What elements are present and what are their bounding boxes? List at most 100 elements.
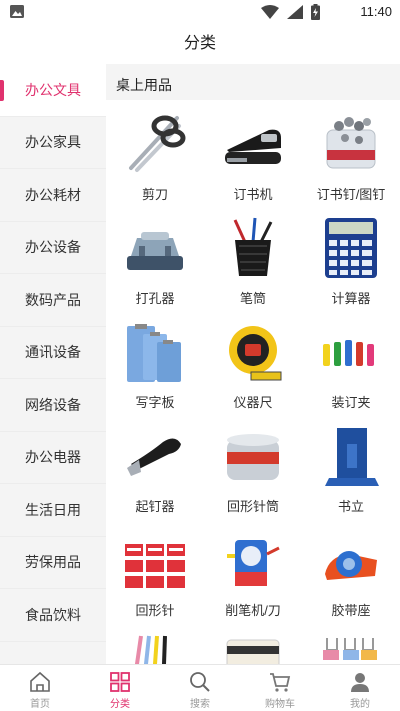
product-item-stapler[interactable]: 订书机 (204, 112, 302, 216)
image-notification-icon (10, 5, 24, 18)
product-item-paperclip-tub[interactable]: 回形针筒 (204, 424, 302, 528)
clipboard-icon (127, 324, 181, 382)
sidebar-item-label: 食品饮料 (25, 606, 81, 623)
sidebar-item-label: 数码产品 (25, 291, 81, 308)
category-sidebar: 办公文具 办公家具 办公耗材 办公设备 数码产品 通讯设备 网络设备 办公电器 … (0, 64, 106, 664)
product-label: 书立 (337, 499, 364, 514)
sidebar-item-label: 办公家具 (25, 134, 81, 151)
tab-search[interactable]: 搜索 (160, 665, 240, 711)
clock-time: 11:40 (360, 4, 392, 19)
sidebar-item-office-appliances[interactable]: 办公电器 (0, 431, 106, 484)
product-label: 写字板 (135, 395, 175, 410)
sidebar-item-food-beverage[interactable]: 食品饮料 (0, 589, 106, 642)
product-item-binder-clips[interactable]: 装订夹 (302, 320, 400, 424)
product-label: 起钉器 (135, 499, 175, 514)
section-title: 桌上用品 (106, 64, 400, 100)
binder-clips-icon (323, 340, 374, 366)
sidebar-item-office-consumables[interactable]: 办公耗材 (0, 169, 106, 222)
scissors-icon (129, 115, 186, 172)
product-label: 剪刀 (141, 187, 168, 202)
product-label: 胶带座 (331, 603, 371, 618)
tab-category[interactable]: 分类 (80, 665, 160, 711)
battery-icon (311, 4, 320, 20)
product-item-partial[interactable] (204, 632, 302, 664)
stapler-icon (225, 129, 281, 164)
sidebar-item-office-furniture[interactable]: 办公家具 (0, 116, 106, 169)
product-label: 订书钉/图钉 (316, 187, 386, 202)
product-label: 计算器 (331, 291, 371, 306)
product-grid: 剪刀 订书机 订书钉/图钉 打孔器 笔筒 计算器 写字板 仪器尺 装订夹 起钉器… (106, 100, 400, 664)
sidebar-item-label: 网络设备 (25, 396, 81, 413)
calculator-icon (325, 218, 377, 278)
tab-profile[interactable]: 我的 (320, 665, 400, 711)
binder-clips-icon (323, 638, 377, 660)
pencil-sharpener-icon (227, 540, 280, 586)
tape-roll-icon (226, 639, 280, 664)
hole-punch-icon (127, 232, 183, 270)
sidebar-item-label: 办公电器 (25, 449, 81, 466)
paperclip-boxes-icon (125, 544, 185, 588)
product-item-hole-punch[interactable]: 打孔器 (106, 216, 204, 320)
product-item-staple-remover[interactable]: 起钉器 (106, 424, 204, 528)
product-item-scissors[interactable]: 剪刀 (106, 112, 204, 216)
bookend-icon (325, 428, 379, 486)
signal-icon (287, 5, 303, 19)
product-item-paperclip-boxes[interactable]: 回形针 (106, 528, 204, 632)
sidebar-item-label: 办公文具 (25, 81, 81, 98)
product-item-pencil-sharpener[interactable]: 削笔机/刀 (204, 528, 302, 632)
product-item-bookend[interactable]: 书立 (302, 424, 400, 528)
product-item-pen-holder[interactable]: 笔筒 (204, 216, 302, 320)
sidebar-item-communication-equipment[interactable]: 通讯设备 (0, 326, 106, 379)
product-label: 削笔机/刀 (225, 603, 281, 618)
tab-label: 我的 (350, 699, 370, 710)
tab-label: 购物车 (265, 699, 295, 710)
staples-icon (326, 117, 376, 169)
page-header: 分类 (0, 24, 400, 64)
sidebar-item-office-stationery[interactable]: 办公文具 (0, 64, 106, 117)
status-bar: 11:40 (0, 0, 400, 24)
product-label: 订书机 (233, 187, 273, 202)
search-icon (190, 672, 210, 692)
page-title: 分类 (183, 35, 216, 52)
product-label: 笔筒 (239, 291, 266, 306)
sidebar-item-office-equipment[interactable]: 办公设备 (0, 221, 106, 274)
wifi-icon (261, 5, 279, 19)
home-icon (30, 671, 50, 692)
sidebar-item-label: 通讯设备 (25, 344, 81, 361)
category-icon (110, 672, 130, 692)
product-item-tape-measure[interactable]: 仪器尺 (204, 320, 302, 424)
product-item-partial[interactable] (106, 632, 204, 664)
sidebar-item-label: 劳保用品 (25, 554, 81, 571)
pen-holder-icon (233, 217, 273, 276)
product-label: 打孔器 (135, 291, 175, 306)
sidebar-item-network-equipment[interactable]: 网络设备 (0, 379, 106, 432)
product-label: 回形针 (135, 603, 175, 618)
cart-icon (270, 673, 291, 692)
tab-cart[interactable]: 购物车 (240, 665, 320, 711)
product-item-partial[interactable] (302, 632, 400, 664)
staple-remover-icon (127, 438, 181, 476)
sidebar-item-daily-necessities[interactable]: 生活日用 (0, 484, 106, 537)
product-item-staples[interactable]: 订书钉/图钉 (302, 112, 400, 216)
paperclip-tub-icon (227, 434, 279, 480)
product-item-calculator[interactable]: 计算器 (302, 216, 400, 320)
product-label: 仪器尺 (233, 395, 273, 410)
tape-dispenser-icon (325, 551, 377, 580)
sidebar-item-digital-products[interactable]: 数码产品 (0, 274, 106, 327)
sidebar-item-label: 办公设备 (25, 239, 81, 256)
product-label: 回形针筒 (226, 499, 279, 514)
product-panel: 桌上用品 剪刀 订书机 订书钉/图钉 打孔器 笔筒 计算器 写字板 仪器尺 装订… (106, 64, 400, 664)
user-icon (351, 673, 369, 692)
tape-measure-icon (229, 326, 282, 381)
tab-label: 分类 (110, 699, 130, 710)
sidebar-item-label: 办公耗材 (25, 186, 81, 203)
pens-icon (134, 635, 167, 664)
bottom-tab-bar: 首页 分类 搜索 购物车 我的 (0, 664, 400, 711)
product-item-tape-dispenser[interactable]: 胶带座 (302, 528, 400, 632)
tab-home[interactable]: 首页 (0, 665, 80, 711)
sidebar-item-label: 生活日用 (25, 501, 81, 518)
tab-label: 搜索 (190, 699, 210, 710)
product-item-clipboard[interactable]: 写字板 (106, 320, 204, 424)
sidebar-item-labor-protection[interactable]: 劳保用品 (0, 536, 106, 589)
tab-label: 首页 (30, 699, 50, 710)
